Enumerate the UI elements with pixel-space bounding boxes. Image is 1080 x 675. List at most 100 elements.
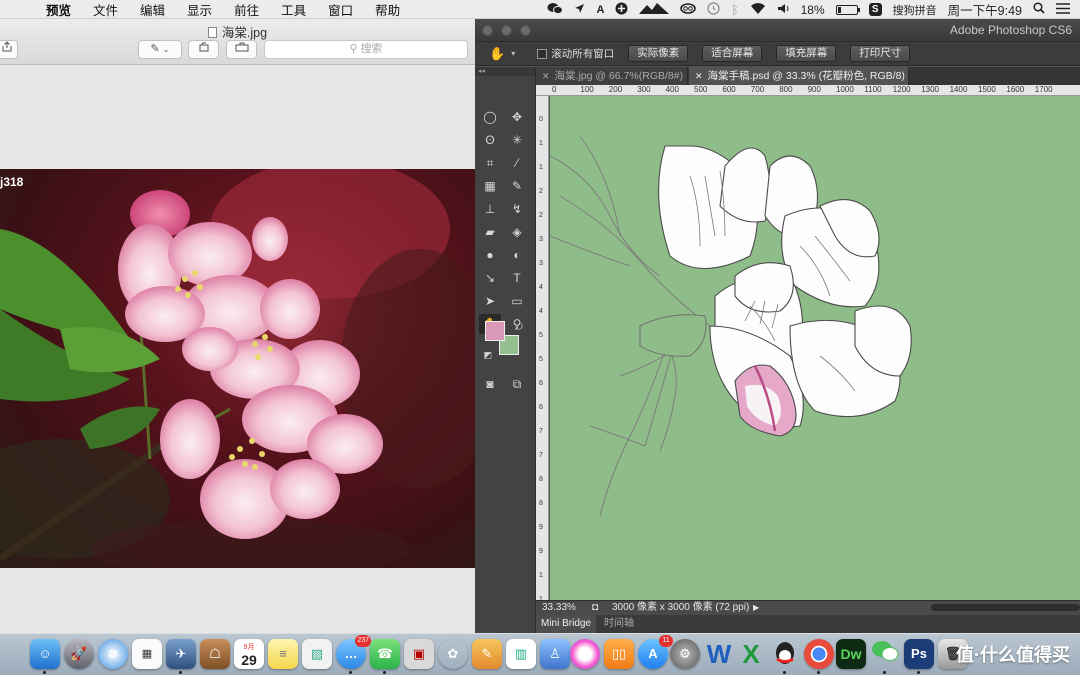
- search-field[interactable]: ⚲ 搜索: [264, 40, 468, 59]
- preview-app-icon[interactable]: ✈: [166, 639, 196, 669]
- tab-haitang-psd[interactable]: ✕ 海棠手稿.psd @ 33.3% (花瓣粉色, RGB/8): [689, 67, 909, 85]
- swap-colors-icon[interactable]: ⤾: [508, 317, 530, 337]
- messages-icon[interactable]: … 237: [336, 635, 371, 669]
- volume-icon[interactable]: [777, 3, 790, 17]
- chrome-icon[interactable]: [804, 639, 834, 669]
- dreamweaver-icon[interactable]: Dw: [836, 639, 866, 669]
- markup-button[interactable]: ✎ ⌄: [138, 40, 182, 59]
- menu-app-preview[interactable]: 预览: [42, 0, 82, 19]
- print-size-button[interactable]: 打印尺寸: [850, 45, 911, 62]
- launchpad-icon[interactable]: 🚀: [64, 639, 94, 669]
- rotate-button[interactable]: [188, 40, 219, 59]
- ibooks-note-icon[interactable]: ✎: [472, 639, 502, 669]
- quick-mask-icon[interactable]: ◙: [479, 374, 501, 394]
- qq-icon[interactable]: [770, 639, 800, 669]
- close-tab-icon[interactable]: ✕: [542, 71, 550, 81]
- zoom-level[interactable]: 33.33%: [542, 601, 576, 615]
- paint-bucket-tool-icon[interactable]: ◈: [506, 222, 528, 242]
- rectangle-tool-icon[interactable]: ▭: [506, 291, 528, 311]
- pen-tool-icon[interactable]: ↘: [479, 268, 501, 288]
- menu-go[interactable]: 前往: [223, 0, 270, 19]
- photoshop-dock-icon[interactable]: Ps: [904, 639, 934, 669]
- eyedropper-tool-icon[interactable]: ⁄: [506, 153, 528, 173]
- menu-edit[interactable]: 编辑: [129, 0, 176, 19]
- eraser-tool-icon[interactable]: ▰: [479, 222, 501, 242]
- app-grid-icon[interactable]: ▦: [132, 639, 162, 669]
- photos-viewer-icon[interactable]: ▧: [302, 639, 332, 669]
- excel-icon[interactable]: X: [736, 639, 766, 669]
- magic-wand-tool-icon[interactable]: ✳: [506, 130, 528, 150]
- sogou-icon[interactable]: S: [868, 3, 882, 16]
- system-preferences-icon[interactable]: ⚙: [670, 639, 700, 669]
- screen-mode-icon[interactable]: ⧉: [506, 374, 528, 394]
- move-tool-icon[interactable]: ✥: [506, 107, 528, 127]
- menu-window[interactable]: 窗口: [317, 0, 364, 19]
- panel-collapse-icon[interactable]: ◂◂: [475, 67, 535, 76]
- path-selection-tool-icon[interactable]: ➤: [479, 291, 501, 311]
- numbers-icon[interactable]: ▥: [506, 639, 536, 669]
- photo-booth-icon[interactable]: ▣: [404, 639, 434, 669]
- brush-tool-icon[interactable]: ✎: [506, 176, 528, 196]
- default-colors-icon[interactable]: ◩: [477, 345, 499, 365]
- hand-tool-preset-icon[interactable]: ✋: [489, 46, 505, 62]
- tab-haitang-jpg[interactable]: ✕ 海棠.jpg @ 66.7%(RGB/8#): [536, 67, 688, 85]
- crop-tool-icon[interactable]: ⌗: [479, 153, 501, 173]
- fit-screen-button[interactable]: 适合屏幕: [702, 45, 763, 62]
- dodge-tool-icon[interactable]: ◐: [506, 245, 528, 265]
- notification-center-icon[interactable]: [1056, 2, 1070, 17]
- close-button[interactable]: [482, 25, 493, 36]
- word-icon[interactable]: W: [704, 639, 734, 669]
- facetime-icon[interactable]: ☎: [370, 639, 400, 669]
- itunes-icon[interactable]: ♫: [570, 639, 600, 669]
- clock[interactable]: 周一下午9:49: [948, 0, 1022, 19]
- tab-timeline[interactable]: 时间轴: [599, 615, 639, 633]
- document-canvas[interactable]: [550, 96, 1080, 600]
- chevron-down-icon[interactable]: ▾: [511, 49, 515, 58]
- keynote-icon[interactable]: ♙: [540, 639, 570, 669]
- menu-file[interactable]: 文件: [82, 0, 129, 19]
- wechat-dock-icon[interactable]: [870, 639, 900, 669]
- battery-icon[interactable]: [835, 4, 860, 15]
- contacts-icon[interactable]: ☖: [200, 639, 230, 669]
- elliptical-marquee-tool-icon[interactable]: ◯: [479, 107, 501, 127]
- menu-tools[interactable]: 工具: [270, 0, 317, 19]
- lasso-tool-icon[interactable]: ʘ: [479, 130, 501, 150]
- share-button[interactable]: [0, 40, 18, 59]
- ime-label[interactable]: 搜狗拼音: [893, 2, 937, 18]
- menu-view[interactable]: 显示: [176, 0, 223, 19]
- finder-icon[interactable]: ☺: [30, 639, 60, 669]
- foreground-color-swatch[interactable]: [485, 321, 505, 341]
- tab-mini-bridge[interactable]: Mini Bridge: [536, 615, 597, 633]
- menu-help[interactable]: 帮助: [364, 0, 411, 19]
- toolbox-button[interactable]: [226, 40, 257, 59]
- safari-icon[interactable]: ⊘: [98, 639, 128, 669]
- app-store-icon[interactable]: A 11: [638, 635, 673, 669]
- location-icon[interactable]: [574, 3, 585, 17]
- wechat-icon[interactable]: [547, 2, 564, 18]
- ibooks-icon[interactable]: ▯▯: [604, 639, 634, 669]
- photos-icon[interactable]: ✿: [438, 639, 468, 669]
- fill-screen-button[interactable]: 填充屏幕: [776, 45, 837, 62]
- type-tool-icon[interactable]: T: [506, 268, 528, 288]
- creative-cloud-icon[interactable]: [680, 2, 697, 17]
- status-menu-arrow-icon[interactable]: ▶: [753, 601, 759, 615]
- scroll-all-windows-checkbox[interactable]: 滚动所有窗口: [537, 46, 614, 61]
- actual-pixels-button[interactable]: 实际像素: [628, 45, 689, 62]
- calendar-icon[interactable]: 9月 29: [234, 639, 264, 669]
- horizontal-scrollbar[interactable]: [931, 604, 1080, 611]
- spotlight-search-icon[interactable]: [1033, 2, 1045, 17]
- clone-stamp-tool-icon[interactable]: ⊥: [479, 199, 501, 219]
- adobe-icon[interactable]: A: [596, 4, 604, 16]
- mountain-icon[interactable]: [639, 2, 670, 17]
- close-tab-icon[interactable]: ✕: [695, 71, 703, 81]
- wifi-icon[interactable]: [750, 2, 766, 17]
- blur-tool-icon[interactable]: ●: [479, 245, 501, 265]
- minimize-button[interactable]: [501, 25, 512, 36]
- zoom-button[interactable]: [520, 25, 531, 36]
- time-machine-icon[interactable]: [707, 1, 721, 18]
- healing-brush-tool-icon[interactable]: ▦: [479, 176, 501, 196]
- notes-icon[interactable]: ≡: [268, 639, 298, 669]
- history-brush-tool-icon[interactable]: ↯: [506, 199, 528, 219]
- plus-icon[interactable]: [615, 2, 628, 18]
- bluetooth-icon[interactable]: ᛒ: [731, 3, 738, 17]
